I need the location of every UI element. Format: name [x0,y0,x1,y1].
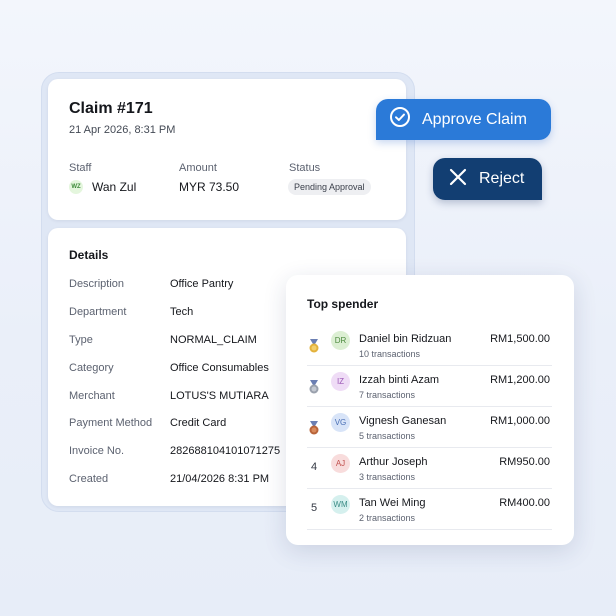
detail-value: LOTUS'S MUTIARA [170,390,269,402]
top-spender-card: Top spender DR Daniel bin Ridzuan 10 tra… [286,275,574,545]
staff-avatar: WZ [69,180,83,194]
spender-name: Arthur Joseph [359,456,428,468]
detail-value: Office Consumables [170,362,269,374]
detail-value: 282688104101071275 [170,445,281,457]
detail-label: Description [69,278,125,290]
avatar: IZ [331,372,350,391]
spender-name: Izzah binti Azam [359,374,440,386]
avatar: WM [331,495,350,514]
status-label: Status [289,162,321,174]
claim-datetime: 21 Apr 2026, 8:31 PM [69,124,176,136]
avatar: VG [331,413,350,432]
close-icon [448,167,468,192]
staff-name: Wan Zul [92,180,137,194]
spender-amount: RM400.00 [499,497,550,509]
spender-row[interactable]: VG Vignesh Ganesan 5 transactions RM1,00… [307,407,552,448]
detail-label: Department [69,306,127,318]
spender-row[interactable]: 5 WM Tan Wei Ming 2 transactions RM400.0… [307,489,552,530]
spender-row[interactable]: 4 AJ Arthur Joseph 3 transactions RM950.… [307,448,552,489]
detail-label: Type [69,334,93,346]
claim-header-card: Claim #171 21 Apr 2026, 8:31 PM Staff WZ… [48,79,406,220]
details-title: Details [69,248,109,262]
spender-transactions: 2 transactions [359,513,416,523]
spender-transactions: 5 transactions [359,431,416,441]
spender-transactions: 7 transactions [359,390,416,400]
detail-label: Category [69,362,114,374]
spender-transactions: 10 transactions [359,349,421,359]
bronze-medal-icon [308,421,320,440]
spender-transactions: 3 transactions [359,472,416,482]
detail-value: Credit Card [170,417,227,429]
status-badge: Pending Approval [288,179,371,195]
silver-medal-icon [308,380,320,399]
detail-value: 21/04/2026 8:31 PM [170,473,270,485]
spender-amount: RM1,000.00 [490,415,550,427]
avatar: AJ [331,454,350,473]
check-circle-icon [389,106,411,133]
spender-row[interactable]: DR Daniel bin Ridzuan 10 transactions RM… [307,325,552,366]
detail-label: Merchant [69,390,115,402]
gold-medal-icon [308,339,320,358]
amount-label: Amount [179,162,217,174]
spender-row[interactable]: IZ Izzah binti Azam 7 transactions RM1,2… [307,366,552,407]
spender-amount: RM1,500.00 [490,333,550,345]
spender-amount: RM950.00 [499,456,550,468]
rank-number: 4 [310,461,318,473]
claim-title: Claim #171 [69,100,153,117]
detail-value: Tech [170,306,194,318]
spender-name: Tan Wei Ming [359,497,426,509]
amount-value: MYR 73.50 [179,180,240,194]
staff-label: Staff [69,162,92,174]
rank-number: 5 [310,502,318,514]
top-spender-title: Top spender [307,297,379,311]
spender-amount: RM1,200.00 [490,374,550,386]
approve-claim-button[interactable]: Approve Claim [376,99,551,140]
detail-label: Created [69,473,109,485]
reject-label: Reject [479,170,525,187]
detail-value: NORMAL_CLAIM [170,334,257,346]
approve-claim-label: Approve Claim [422,110,527,128]
detail-label: Payment Method [69,417,153,429]
detail-value: Office Pantry [170,278,234,290]
detail-label: Invoice No. [69,445,125,457]
spender-name: Daniel bin Ridzuan [359,333,452,345]
spender-name: Vignesh Ganesan [359,415,447,427]
staff-value: WZ Wan Zul [69,180,136,194]
reject-button[interactable]: Reject [433,158,542,200]
avatar: DR [331,331,350,350]
